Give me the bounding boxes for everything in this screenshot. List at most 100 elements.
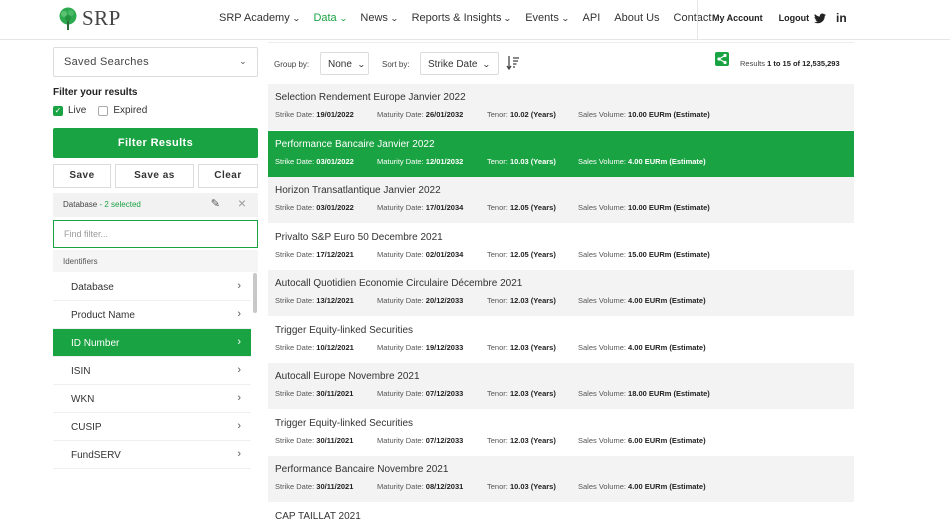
result-title[interactable]: Horizon Transatlantique Janvier 2022 [275, 185, 847, 196]
result-title[interactable]: Performance Bancaire Novembre 2021 [275, 464, 847, 475]
result-strike-value: 30/11/2021 [316, 389, 354, 398]
result-title[interactable]: Autocall Europe Novembre 2021 [275, 371, 847, 382]
result-maturity-field: Maturity Date: 07/12/2033 [377, 436, 463, 445]
clear-button[interactable]: Clear [198, 164, 258, 188]
logo[interactable]: SRP [56, 6, 121, 31]
group-by-select[interactable]: None ⌄ [320, 52, 369, 75]
result-volume-value: 18.00 EURm (Estimate) [628, 389, 710, 398]
filter-item-database[interactable]: Database › [53, 273, 251, 301]
result-maturity-value: 20/12/2033 [425, 296, 464, 305]
nav-item-events[interactable]: Events ⌄ [525, 12, 569, 24]
filter-list-scrollbar[interactable] [253, 273, 257, 313]
linkedin-icon[interactable]: in [836, 11, 847, 25]
nav-item-news[interactable]: News ⌄ [360, 12, 398, 24]
result-tenor-value: 12.03 (Years) [509, 435, 556, 445]
logout-link[interactable]: Logout [779, 13, 810, 23]
result-title[interactable]: Autocall Quotidien Economie Circulaire D… [275, 278, 847, 289]
nav-item-data[interactable]: Data ⌄ [313, 12, 347, 24]
filter-item-label: ISIN [71, 366, 91, 377]
filter-item-fundserv[interactable]: FundSERV › [53, 441, 251, 469]
sort-by-value: Strike Date [428, 59, 478, 70]
result-volume-field: Sales Volume: 10.00 EURm (Estimate) [578, 110, 710, 119]
result-maturity-value: 26/01/2032 [425, 110, 464, 119]
result-tenor-label: Tenor: [487, 389, 508, 398]
nav-item-reports-insights[interactable]: Reports & Insights ⌄ [412, 12, 513, 24]
result-strike-label: Strike Date: [275, 110, 315, 119]
result-title[interactable]: Selection Rendement Europe Janvier 2022 [275, 92, 847, 103]
result-title[interactable]: Privalto S&P Euro 50 Decembre 2021 [275, 232, 847, 243]
results-count: Results 1 to 15 of 12,535,293 [740, 59, 840, 68]
my-account-link[interactable]: My Account [712, 13, 763, 23]
pencil-icon[interactable]: ✎ [211, 197, 220, 210]
result-row[interactable]: Trigger Equity-linked Securities Strike D… [268, 410, 854, 456]
result-maturity-value: 08/12/2031 [425, 482, 464, 491]
result-title[interactable]: CAP TAILLAT 2021 [275, 511, 847, 522]
result-meta: Strike Date: 10/12/2021 Maturity Date: 19… [275, 343, 847, 353]
result-tenor-value: 12.03 (Years) [509, 296, 556, 305]
result-title[interactable]: Performance Bancaire Janvier 2022 [275, 139, 847, 150]
share-glyph-icon [717, 53, 727, 65]
filter-results-button[interactable]: Filter Results [53, 128, 258, 158]
result-strike-value: 13/12/2021 [316, 296, 354, 305]
result-tenor-label: Tenor: [487, 156, 508, 166]
result-row[interactable]: Horizon Transatlantique Janvier 2022 Stri… [268, 177, 854, 223]
result-volume-value: 4.00 EURm (Estimate) [628, 296, 706, 305]
filter-item-id-number[interactable]: ID Number › [53, 329, 251, 357]
result-tenor-field: Tenor: 12.05 (Years) [487, 203, 556, 212]
result-maturity-label: Maturity Date: [377, 156, 424, 166]
result-row[interactable]: Selection Rendement Europe Janvier 2022 S… [268, 84, 854, 130]
result-title[interactable]: Trigger Equity-linked Securities [275, 325, 847, 336]
find-filter-input[interactable] [64, 229, 244, 239]
results-range: 1 to 15 of 12,535,293 [767, 59, 840, 68]
site-header: SRP SRP Academy ⌄ Data ⌄ News ⌄ Reports & Insi… [0, 0, 950, 40]
result-row[interactable]: Privalto S&P Euro 50 Decembre 2021 Strike… [268, 224, 854, 270]
result-row[interactable]: Performance Bancaire Novembre 2021 Strike… [268, 456, 854, 502]
result-title[interactable]: Trigger Equity-linked Securities [275, 418, 847, 429]
result-meta: Strike Date: 30/11/2021 Maturity Date: 07… [275, 436, 847, 446]
filter-item-label: FundSERV [71, 450, 121, 461]
result-tenor-label: Tenor: [487, 296, 508, 305]
filter-item-wkn[interactable]: WKN › [53, 385, 251, 413]
share-icon[interactable] [715, 52, 729, 66]
nav-item-srp-academy[interactable]: SRP Academy ⌄ [219, 12, 300, 24]
result-strike-field: Strike Date: 30/11/2021 [275, 482, 353, 491]
result-maturity-label: Maturity Date: [377, 203, 424, 212]
twitter-icon[interactable] [814, 13, 826, 24]
filter-item-cusip[interactable]: CUSIP › [53, 413, 251, 441]
account-links: My Account Logout [712, 13, 825, 23]
sort-by-select[interactable]: Strike Date ⌄ [420, 52, 499, 75]
result-volume-label: Sales Volume: [578, 435, 626, 445]
save-button[interactable]: Save [53, 164, 111, 188]
result-volume-field: Sales Volume: 15.00 EURm (Estimate) [578, 250, 710, 259]
save-as-button[interactable]: Save as [115, 164, 194, 188]
saved-searches-dropdown[interactable]: Saved Searches ⌄ [53, 47, 258, 77]
live-checkbox[interactable]: ✓ [53, 105, 63, 116]
result-strike-label: Strike Date: [275, 249, 315, 259]
result-maturity-field: Maturity Date: 12/01/2032 [377, 157, 463, 166]
nav-item-about-us[interactable]: About Us [614, 12, 659, 24]
status-filter: ✓ Live Expired [53, 105, 147, 116]
result-row[interactable]: Autocall Europe Novembre 2021 Strike Date… [268, 363, 854, 409]
result-volume-label: Sales Volume: [578, 110, 626, 119]
result-strike-label: Strike Date: [275, 482, 315, 491]
result-row[interactable]: Autocall Quotidien Economie Circulaire D… [268, 270, 854, 316]
sort-direction-icon[interactable] [506, 55, 520, 71]
close-icon[interactable]: × [238, 195, 246, 211]
nav-item-api[interactable]: API [583, 12, 601, 24]
result-row[interactable]: Trigger Equity-linked Securities Strike D… [268, 317, 854, 363]
find-filter-field[interactable] [53, 220, 258, 248]
filter-item-product-name[interactable]: Product Name › [53, 301, 251, 329]
chevron-right-icon: › [237, 420, 241, 432]
result-tenor-field: Tenor: 10.02 (Years) [487, 110, 556, 119]
nav-item-contact[interactable]: Contact [674, 12, 712, 24]
filter-item-isin[interactable]: ISIN › [53, 357, 251, 385]
result-volume-field: Sales Volume: 4.00 EURm (Estimate) [578, 343, 706, 352]
expired-checkbox[interactable] [98, 105, 109, 116]
result-volume-label: Sales Volume: [578, 203, 626, 212]
result-row[interactable]: CAP TAILLAT 2021 [268, 503, 854, 524]
result-strike-label: Strike Date: [275, 296, 315, 305]
result-maturity-value: 07/12/2033 [425, 389, 464, 398]
result-maturity-label: Maturity Date: [377, 342, 424, 352]
result-row[interactable]: Performance Bancaire Janvier 2022 Strike … [268, 130, 854, 177]
result-maturity-label: Maturity Date: [377, 296, 424, 305]
